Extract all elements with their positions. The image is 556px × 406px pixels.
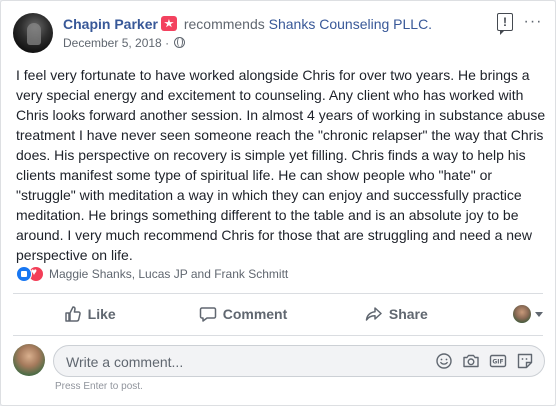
divider bbox=[13, 335, 543, 336]
comment-icon bbox=[199, 307, 216, 322]
composer-hint: Press Enter to post. bbox=[55, 381, 143, 392]
author-name[interactable]: Chapin Parker bbox=[63, 16, 158, 32]
divider bbox=[13, 293, 543, 294]
like-button[interactable]: Like bbox=[13, 298, 166, 330]
action-bar: Like Comment Share bbox=[13, 297, 543, 331]
meta-separator: · bbox=[165, 36, 170, 50]
share-label: Share bbox=[388, 306, 428, 322]
gif-icon[interactable]: GIF bbox=[489, 352, 507, 370]
share-button[interactable]: Share bbox=[320, 298, 473, 330]
share-icon bbox=[365, 307, 382, 321]
more-options-button[interactable]: ··· bbox=[523, 14, 543, 30]
post-body-text: I feel very fortunate to have worked alo… bbox=[16, 67, 546, 263]
sticker-icon[interactable] bbox=[516, 352, 534, 370]
comment-label: Comment bbox=[222, 306, 288, 322]
author-avatar[interactable] bbox=[13, 13, 53, 53]
viewer-avatar-small bbox=[512, 305, 531, 323]
like-icon bbox=[16, 266, 32, 282]
page-name-link[interactable]: Shanks Counseling PLLC. bbox=[269, 16, 432, 32]
like-label: Like bbox=[87, 306, 116, 322]
emoji-icon[interactable] bbox=[435, 352, 453, 370]
comment-button[interactable]: Comment bbox=[166, 298, 319, 330]
recommends-verb: recommends bbox=[183, 16, 265, 32]
viewer-avatar[interactable] bbox=[13, 344, 45, 376]
composer-icons: GIF bbox=[435, 352, 534, 370]
post-title-line: Chapin Parker recommends Shanks Counseli… bbox=[63, 14, 432, 34]
thumbs-up-icon bbox=[64, 306, 81, 322]
svg-text:GIF: GIF bbox=[492, 359, 503, 366]
report-button[interactable]: ! bbox=[497, 13, 513, 35]
post-meta: December 5, 2018 · bbox=[63, 35, 186, 51]
reactor-names[interactable]: Maggie Shanks, Lucas JP and Frank Schmit… bbox=[49, 267, 288, 281]
post-header: Chapin Parker recommends Shanks Counseli… bbox=[13, 13, 543, 57]
post-date[interactable]: December 5, 2018 bbox=[63, 36, 162, 50]
comment-composer[interactable]: GIF bbox=[53, 345, 545, 377]
chevron-down-icon bbox=[534, 311, 543, 317]
camera-icon[interactable] bbox=[462, 352, 480, 370]
report-icon: ! bbox=[503, 15, 507, 29]
reactions-summary[interactable]: Maggie Shanks, Lucas JP and Frank Schmit… bbox=[16, 265, 288, 283]
comment-input[interactable] bbox=[66, 352, 416, 372]
globe-icon[interactable] bbox=[174, 37, 186, 48]
post-as-selector[interactable] bbox=[473, 298, 543, 330]
recommendation-star-icon bbox=[160, 16, 177, 31]
post-card: Chapin Parker recommends Shanks Counseli… bbox=[0, 0, 556, 406]
